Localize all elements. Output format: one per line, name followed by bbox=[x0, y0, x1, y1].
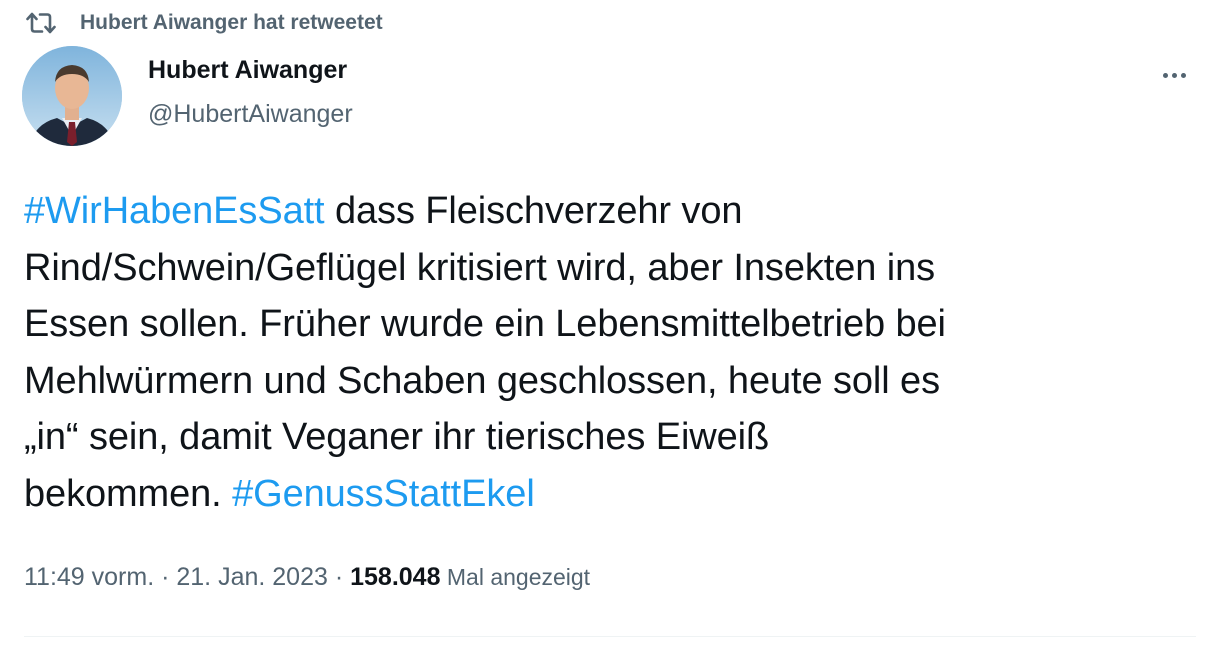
tweet-card[interactable]: Hubert Aiwanger hat retweetet Hubert Aiw… bbox=[0, 0, 1210, 650]
tweet-date[interactable]: 21. Jan. 2023 bbox=[176, 563, 328, 591]
tweet-meta: 11:49 vorm. · 21. Jan. 2023 · 158.048 Ma… bbox=[24, 563, 590, 592]
dot bbox=[1162, 72, 1168, 78]
tweet-line: #WirHabenEsSatt dass Fleischverzehr von bbox=[24, 183, 1200, 240]
meta-separator: · bbox=[154, 563, 177, 591]
tweet-line: Rind/Schwein/Geflügel kritisiert wird, a… bbox=[24, 246, 936, 289]
retweet-label: Hubert Aiwanger hat retweetet bbox=[80, 11, 383, 34]
divider bbox=[24, 636, 1196, 637]
tweet-time[interactable]: 11:49 vorm. bbox=[24, 563, 154, 591]
dot bbox=[1180, 72, 1186, 78]
author-name[interactable]: Hubert Aiwanger bbox=[148, 56, 347, 85]
tweet-line: Essen sollen. Früher wurde ein Lebensmit… bbox=[24, 303, 946, 345]
tweet-line: bekommen. #GenussStattEkel bbox=[24, 466, 1200, 523]
meta-separator: · bbox=[327, 563, 351, 591]
hashtag-link[interactable]: #WirHabenEsSatt bbox=[24, 190, 325, 232]
tweet-line-text: dass Fleischverzehr von bbox=[324, 190, 743, 232]
views-count: 158.048 bbox=[350, 563, 441, 591]
hashtag-link[interactable]: #GenussStattEkel bbox=[232, 473, 535, 515]
views-label: Mal angezeigt bbox=[440, 564, 591, 590]
more-options-icon[interactable] bbox=[1156, 60, 1192, 90]
tweet-text: #WirHabenEsSatt dass Fleischverzehr von … bbox=[24, 183, 1200, 522]
retweet-icon bbox=[24, 6, 58, 40]
tweet-line: Mehlwürmern und Schaben geschlossen, heu… bbox=[24, 359, 940, 402]
retweet-context[interactable]: Hubert Aiwanger hat retweetet bbox=[24, 6, 383, 40]
author-handle[interactable]: @HubertAiwanger bbox=[148, 100, 353, 129]
tweet-line: „in“ sein, damit Veganer ihr tierisches … bbox=[24, 416, 770, 458]
profile-photo-icon bbox=[22, 46, 122, 146]
avatar[interactable] bbox=[22, 46, 122, 146]
dot bbox=[1171, 72, 1177, 78]
tweet-line-text: bekommen. bbox=[24, 472, 233, 515]
